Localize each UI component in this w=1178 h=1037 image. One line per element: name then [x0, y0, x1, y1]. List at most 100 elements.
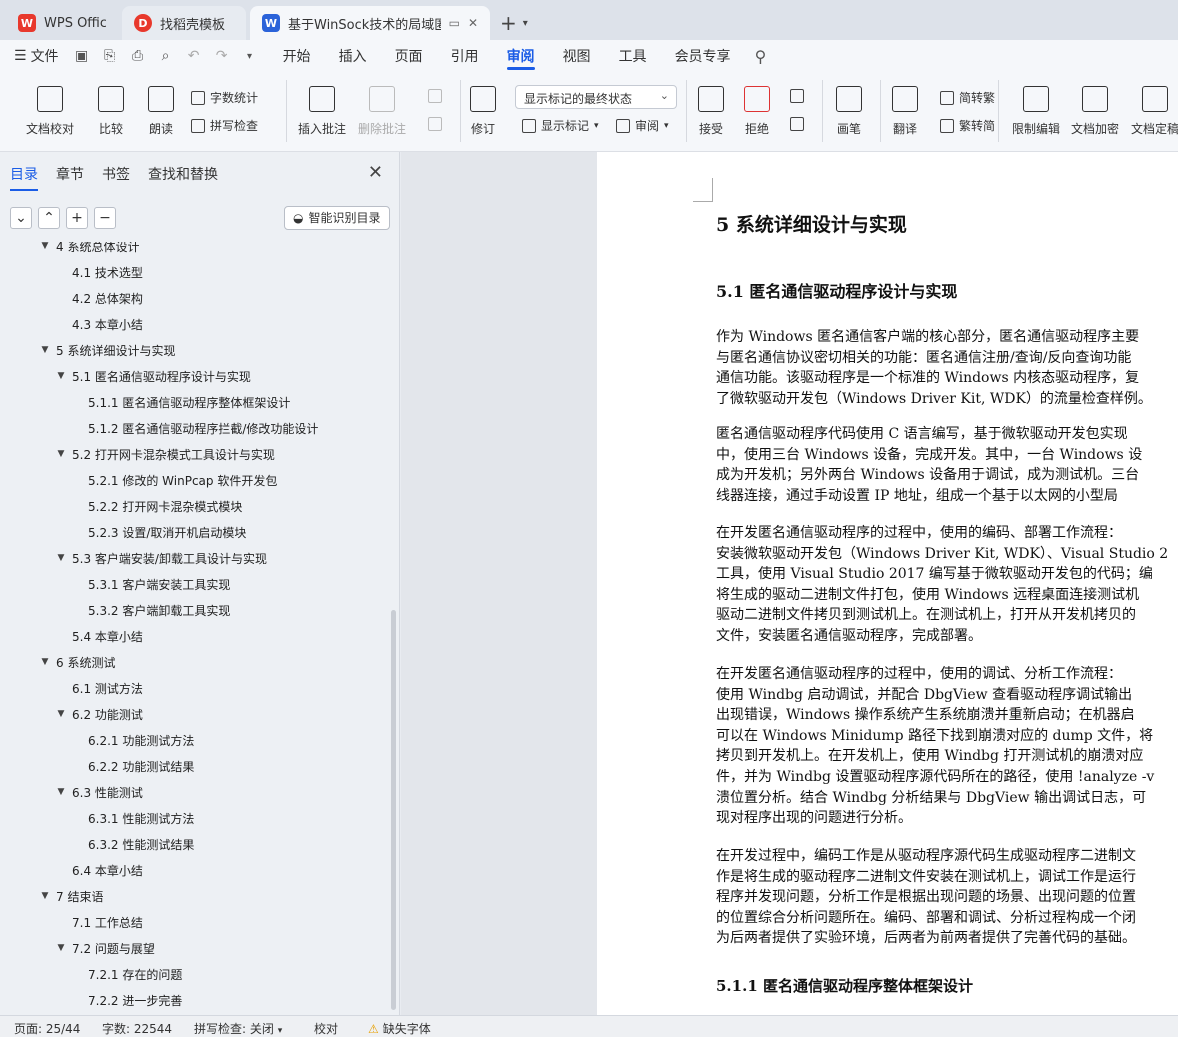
close-tab-icon[interactable]: ✕: [468, 16, 478, 30]
toc-item[interactable]: 5.3.2 客户端卸载工具实现: [70, 600, 230, 620]
review-pane-button[interactable]: 审阅 ▾: [616, 117, 669, 134]
revise-button[interactable]: 修订: [470, 86, 496, 137]
next-revision-button[interactable]: [790, 117, 804, 131]
share-icon[interactable]: ⎘: [101, 48, 119, 64]
close-icon[interactable]: ✕: [368, 162, 383, 183]
expand-arrow-icon[interactable]: ▼: [38, 345, 52, 355]
expand-arrow-icon[interactable]: ▼: [54, 553, 68, 563]
toc-item[interactable]: 7.1 工作总结: [54, 912, 143, 932]
toc-item[interactable]: 6.3.2 性能测试结果: [70, 834, 194, 854]
show-markup-button[interactable]: 显示标记 ▾: [522, 117, 599, 134]
missing-font-status[interactable]: ⚠ 缺失字体: [368, 1020, 431, 1037]
toc-item[interactable]: 5.2.2 打开网卡混杂模式模块: [70, 496, 242, 516]
to-traditional-button[interactable]: 简转繁: [940, 89, 995, 106]
word-count-indicator[interactable]: 字数: 22544: [102, 1020, 172, 1037]
toc-item[interactable]: 6.2.1 功能测试方法: [70, 730, 194, 750]
tab-wps-office[interactable]: W WPS Office: [6, 6, 118, 40]
chevron-up-icon[interactable]: ⌃: [38, 207, 60, 229]
expand-arrow-icon[interactable]: ▼: [38, 891, 52, 901]
toc-item[interactable]: 5.1.1 匿名通信驱动程序整体框架设计: [70, 392, 290, 412]
toc-item[interactable]: ▼ 6.3 性能测试: [54, 782, 143, 802]
toc-item[interactable]: 7.2.2 进一步完善: [70, 990, 182, 1010]
expand-arrow-icon[interactable]: ▼: [54, 709, 68, 719]
nav-tab-find-replace[interactable]: 查找和替换: [148, 164, 218, 191]
encrypt-button[interactable]: 文档加密: [1071, 86, 1119, 137]
spell-check-button[interactable]: 拼写检查: [191, 117, 258, 134]
compare-button[interactable]: 比较: [98, 86, 124, 137]
insert-comment-button[interactable]: 插入批注: [298, 86, 346, 137]
screen-icon[interactable]: ▭: [449, 16, 460, 30]
tab-view[interactable]: 视图: [563, 40, 591, 72]
toc-item[interactable]: 5.1.2 匿名通信驱动程序拦截/修改功能设计: [70, 418, 318, 438]
file-menu[interactable]: ☰ 文件: [14, 46, 59, 66]
restrict-edit-button[interactable]: 限制编辑: [1012, 86, 1060, 137]
chevron-down-icon[interactable]: ▾: [241, 51, 259, 62]
next-comment-button[interactable]: [428, 117, 442, 131]
tab-home[interactable]: 开始: [283, 40, 311, 72]
proof-status[interactable]: 校对: [314, 1020, 338, 1037]
tab-current-document[interactable]: W 基于WinSock技术的局域匿职 ▭ ✕: [250, 6, 490, 40]
tab-page[interactable]: 页面: [395, 40, 423, 72]
toc-item[interactable]: ▼ 5 系统详细设计与实现: [38, 340, 176, 360]
prev-revision-button[interactable]: [790, 89, 804, 103]
expand-arrow-icon[interactable]: ▼: [54, 449, 68, 459]
expand-arrow-icon[interactable]: ▼: [54, 943, 68, 953]
toc-item[interactable]: ▼ 5.2 打开网卡混杂模式工具设计与实现: [54, 444, 275, 464]
nav-tab-bookmarks[interactable]: 书签: [102, 164, 130, 191]
word-count-button[interactable]: 字数统计: [191, 89, 258, 106]
toc-item[interactable]: 5.2.1 修改的 WinPcap 软件开发包: [70, 470, 277, 490]
prev-comment-button[interactable]: [428, 89, 442, 103]
new-tab-icon[interactable]: +: [500, 11, 517, 35]
finalize-button[interactable]: 文档定稿: [1131, 86, 1178, 137]
expand-arrow-icon[interactable]: ▼: [54, 787, 68, 797]
toc-item[interactable]: ▼ 5.3 客户端安装/卸载工具设计与实现: [54, 548, 267, 568]
toc-item[interactable]: 5.4 本章小结: [54, 626, 143, 646]
toc-item[interactable]: 6.2.2 功能测试结果: [70, 756, 194, 776]
tab-member[interactable]: 会员专享: [675, 40, 731, 72]
toc-item[interactable]: ▼ 7.2 问题与展望: [54, 938, 155, 958]
expand-arrow-icon[interactable]: ▼: [38, 657, 52, 667]
toc-item[interactable]: 4.3 本章小结: [54, 314, 143, 334]
toc-item[interactable]: 6.3.1 性能测试方法: [70, 808, 194, 828]
tab-docer-templates[interactable]: D 找稻壳模板: [122, 6, 246, 40]
undo-icon[interactable]: ↶: [185, 48, 203, 64]
toc-item[interactable]: 5.3.1 客户端安装工具实现: [70, 574, 230, 594]
tab-insert[interactable]: 插入: [339, 40, 367, 72]
add-icon[interactable]: +: [66, 207, 88, 229]
toc-item[interactable]: 4.2 总体架构: [54, 288, 143, 308]
reject-button[interactable]: 拒绝: [744, 86, 770, 137]
toc-item[interactable]: 4.1 技术选型: [54, 262, 143, 282]
expand-arrow-icon[interactable]: ▼: [38, 242, 52, 251]
redo-icon[interactable]: ↷: [213, 48, 231, 64]
print-preview-icon[interactable]: ⌕: [157, 48, 175, 64]
toc-item[interactable]: ▼ 7 结束语: [38, 886, 104, 906]
chevron-down-icon[interactable]: ⌄: [10, 207, 32, 229]
pen-button[interactable]: 画笔: [836, 86, 862, 137]
translate-button[interactable]: 翻译: [892, 86, 918, 137]
read-aloud-button[interactable]: 朗读: [148, 86, 174, 137]
toc-item[interactable]: 5.2.3 设置/取消开机启动模块: [70, 522, 246, 542]
page-indicator[interactable]: 页面: 25/44: [14, 1020, 80, 1037]
smart-toc-button[interactable]: ◒ 智能识别目录: [284, 206, 390, 230]
nav-tab-toc[interactable]: 目录: [10, 164, 38, 191]
doc-proof-button[interactable]: 文档校对: [26, 86, 74, 137]
to-simplified-button[interactable]: 繁转简: [940, 117, 995, 134]
delete-comment-button[interactable]: 删除批注: [358, 86, 406, 137]
tab-review[interactable]: 审阅: [506, 40, 535, 72]
accept-button[interactable]: 接受: [698, 86, 724, 137]
nav-tab-chapters[interactable]: 章节: [56, 164, 84, 191]
toc-scrollbar[interactable]: [391, 610, 396, 1010]
toc-item[interactable]: ▼ 4 系统总体设计: [38, 242, 140, 256]
spell-check-status[interactable]: 拼写检查: 关闭 ▾: [194, 1020, 282, 1037]
toc-item[interactable]: 7.2.1 存在的问题: [70, 964, 182, 984]
toc-item[interactable]: ▼ 6.2 功能测试: [54, 704, 143, 724]
minus-icon[interactable]: −: [94, 207, 116, 229]
toc-item[interactable]: ▼ 5.1 匿名通信驱动程序设计与实现: [54, 366, 251, 386]
save-icon[interactable]: ▣: [73, 48, 91, 64]
toc-item[interactable]: ▼ 6 系统测试: [38, 652, 116, 672]
toc-item[interactable]: 6.4 本章小结: [54, 860, 143, 880]
search-icon[interactable]: ⚲: [755, 47, 767, 66]
expand-arrow-icon[interactable]: ▼: [54, 371, 68, 381]
toc-item[interactable]: 6.1 测试方法: [54, 678, 143, 698]
print-icon[interactable]: ⎙: [129, 48, 147, 64]
